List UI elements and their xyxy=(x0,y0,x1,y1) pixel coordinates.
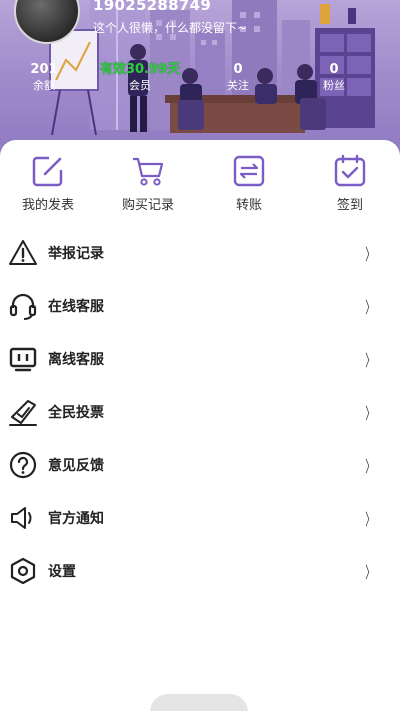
chevron-right-icon: 〉 xyxy=(365,456,375,476)
stat-following[interactable]: 0 关注 xyxy=(202,62,274,94)
question-icon xyxy=(9,451,37,479)
menu-item-vote-label: 全民投票 xyxy=(48,404,104,421)
purchase-history-button[interactable]: 购买记录 xyxy=(108,154,188,213)
chevron-right-icon: 〉 xyxy=(365,509,375,529)
my-posts-button[interactable]: 我的发表 xyxy=(8,154,88,213)
stat-following-value: 0 xyxy=(233,62,243,77)
my-posts-label: 我的发表 xyxy=(21,198,74,213)
chevron-right-icon: 〉 xyxy=(365,297,375,317)
transfer-label: 转账 xyxy=(235,198,262,213)
speaker-icon xyxy=(11,507,32,529)
warning-icon xyxy=(9,240,37,265)
menu-item-offline-support-label: 离线客服 xyxy=(48,351,104,368)
menu-item-vote[interactable]: 全民投票 〉 xyxy=(0,385,400,438)
stat-following-label: 关注 xyxy=(227,79,249,92)
stat-balance[interactable]: 201 余额 xyxy=(8,62,80,94)
stat-balance-value: 201 xyxy=(30,62,58,77)
transfer-button[interactable]: 转账 xyxy=(209,154,289,213)
stat-vip[interactable]: 有效30.99天 会员 xyxy=(100,62,180,94)
profile-motto: 这个人很懒，什么都没留下~ xyxy=(93,21,248,35)
logout-button[interactable] xyxy=(150,694,248,711)
stat-followers-label: 粉丝 xyxy=(323,79,345,92)
stat-vip-label: 会员 xyxy=(129,79,151,92)
checkin-button[interactable]: 签到 xyxy=(310,154,390,213)
stat-followers-value: 0 xyxy=(329,62,339,77)
menu-item-offline-support[interactable]: 离线客服 〉 xyxy=(0,332,400,385)
stat-vip-value: 有效30.99天 xyxy=(99,62,181,77)
menu-item-reports[interactable]: 举报记录 〉 xyxy=(0,226,400,279)
stat-balance-label: 余额 xyxy=(33,79,55,92)
menu-item-online-support-label: 在线客服 xyxy=(48,298,104,315)
menu-item-reports-label: 举报记录 xyxy=(48,245,104,262)
menu-item-announcements-label: 官方通知 xyxy=(48,510,104,527)
chevron-right-icon: 〉 xyxy=(365,244,375,264)
menu-item-feedback-label: 意见反馈 xyxy=(48,457,104,474)
transfer-icon xyxy=(233,155,265,187)
chevron-right-icon: 〉 xyxy=(365,403,375,423)
monitor-icon xyxy=(9,347,37,372)
checkin-icon xyxy=(334,154,366,187)
menu-card: 我的发表 购买记录 转账 签到 举报记录 〉 在线客服 〉 离线客服 〉 全民投… xyxy=(0,140,400,711)
menu-item-online-support[interactable]: 在线客服 〉 xyxy=(0,279,400,332)
profile-header: 19025288749 这个人很懒，什么都没留下~ 201 余额 有效30.99… xyxy=(0,0,400,160)
menu-item-announcements[interactable]: 官方通知 〉 xyxy=(0,491,400,544)
edit-icon xyxy=(32,156,63,187)
quick-actions: 我的发表 购买记录 转账 签到 xyxy=(0,154,400,220)
menu-list: 举报记录 〉 在线客服 〉 离线客服 〉 全民投票 〉 意见反馈 〉 官方通知 … xyxy=(0,226,400,597)
headset-icon xyxy=(9,293,37,320)
settings-icon xyxy=(10,557,36,585)
menu-item-settings-label: 设置 xyxy=(48,563,76,580)
purchase-history-label: 购买记录 xyxy=(121,198,174,213)
checkin-label: 签到 xyxy=(336,198,363,213)
cart-icon xyxy=(133,157,164,186)
menu-item-feedback[interactable]: 意见反馈 〉 xyxy=(0,438,400,491)
menu-item-settings[interactable]: 设置 〉 xyxy=(0,544,400,597)
chevron-right-icon: 〉 xyxy=(365,562,375,582)
vote-icon xyxy=(9,400,37,426)
chevron-right-icon: 〉 xyxy=(365,350,375,370)
username: 19025288749 xyxy=(93,0,212,14)
stat-followers[interactable]: 0 粉丝 xyxy=(298,62,370,94)
